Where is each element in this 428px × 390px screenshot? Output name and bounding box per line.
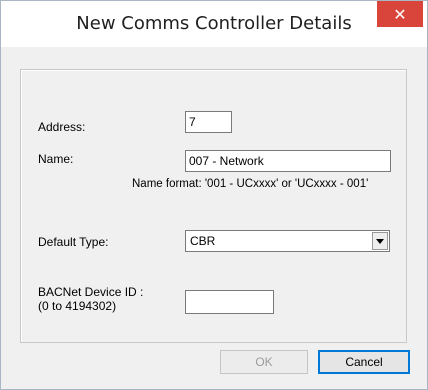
cancel-button-label: Cancel [345,355,383,369]
cancel-button[interactable]: Cancel [318,350,410,374]
bacnet-label-line1: BACNet Device ID : [38,285,144,299]
bacnet-label-range: (0 to 4194302) [38,299,117,313]
address-label: Address: [38,120,86,134]
dropdown-arrow-icon[interactable] [372,232,388,250]
ok-button[interactable]: OK [220,350,308,374]
dialog-title: New Comms Controller Details [76,13,352,34]
title-bar[interactable]: New Comms Controller Details ✕ [1,1,427,47]
name-format-hint: Name format: '001 - UCxxxx' or 'UCxxxx -… [132,178,369,190]
name-field[interactable] [185,150,391,172]
address-field[interactable] [185,111,232,133]
ok-button-label: OK [255,355,273,369]
default-type-label: Default Type: [38,235,109,249]
bacnet-device-id-field[interactable] [185,290,274,314]
close-icon: ✕ [393,4,407,24]
close-button[interactable]: ✕ [377,1,423,27]
dialog-window: New Comms Controller Details ✕ Address: … [0,0,428,390]
bacnet-label: BACNet Device ID : (0 to 4194302) [38,285,143,313]
name-label: Name: [38,152,74,166]
default-type-value: CBR [190,234,216,248]
default-type-select[interactable]: CBR [185,230,390,252]
